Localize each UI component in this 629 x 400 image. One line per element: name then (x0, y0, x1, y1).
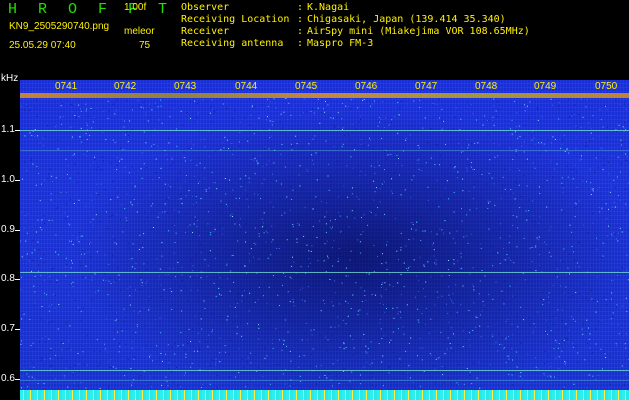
x-tick-label: 0748 (475, 81, 498, 92)
x-tick-label: 0742 (114, 81, 137, 92)
y-tick-label: 1.1 (1, 124, 15, 135)
meta-key: Receiver (181, 26, 230, 37)
noise-texture (20, 98, 629, 389)
frequency-line (20, 272, 629, 273)
meta-key: Receiving antenna (181, 38, 284, 49)
y-tick-mark (15, 279, 20, 280)
mode-value: 75 (139, 40, 151, 51)
meta-separator: : (297, 14, 304, 25)
x-tick-label: 0747 (415, 81, 438, 92)
y-tick-label: 0.9 (1, 224, 15, 235)
meta-key: Observer (181, 2, 230, 13)
y-tick-mark (15, 130, 20, 131)
app-title: H R O F F T (8, 1, 174, 18)
frequency-line (20, 380, 629, 381)
meta-value: AirSpy mini (Miakejima VOR 108.65MHz) (307, 26, 530, 37)
observation-metadata: Observer : K.Nagai Receiving Location : … (181, 2, 530, 50)
y-tick-label: 0.6 (1, 373, 15, 384)
header: H R O F F T 1.00f KN9_2505290740.png 25.… (0, 0, 629, 80)
meta-value: Chigasaki, Japan (139.414 35.340) (307, 14, 506, 25)
frequency-line (20, 150, 629, 151)
meta-value: Maspro FM-3 (307, 38, 374, 49)
y-tick-label: 0.8 (1, 273, 15, 284)
y-tick-mark (15, 180, 20, 181)
mode-label: meleor (124, 26, 155, 37)
x-tick-label: 0741 (55, 81, 78, 92)
x-tick-label: 0746 (355, 81, 378, 92)
version-label: 1.00f (124, 2, 147, 13)
meta-value: K.Nagai (307, 2, 350, 13)
y-tick-mark (15, 230, 20, 231)
meta-separator: : (297, 26, 304, 37)
meta-row-location: Receiving Location : Chigasaki, Japan (1… (181, 14, 530, 26)
y-tick-mark (15, 379, 20, 380)
x-tick-label: 0743 (174, 81, 197, 92)
carrier-band (20, 93, 629, 98)
meta-separator: : (297, 2, 304, 13)
datetime-label: 25.05.29 07:40 (9, 40, 76, 51)
meta-row-observer: Observer : K.Nagai (181, 2, 530, 14)
meta-row-receiver: Receiver : AirSpy mini (Miakejima VOR 10… (181, 26, 530, 38)
spectrogram (20, 80, 629, 400)
y-tick-label: 1.0 (1, 174, 15, 185)
filename-label: KN9_2505290740.png (9, 21, 110, 32)
meta-key: Receiving Location (181, 14, 290, 25)
y-axis-unit: kHz (1, 73, 19, 84)
bottom-band (20, 390, 629, 400)
y-tick-label: 0.7 (1, 323, 15, 334)
meta-separator: : (297, 38, 304, 49)
x-tick-label: 0750 (595, 81, 618, 92)
y-tick-mark (15, 329, 20, 330)
x-tick-label: 0745 (295, 81, 318, 92)
x-tick-label: 0749 (534, 81, 557, 92)
x-tick-label: 0744 (235, 81, 258, 92)
frequency-line (20, 130, 629, 131)
frequency-line (20, 370, 629, 371)
meta-row-antenna: Receiving antenna : Maspro FM-3 (181, 38, 530, 50)
